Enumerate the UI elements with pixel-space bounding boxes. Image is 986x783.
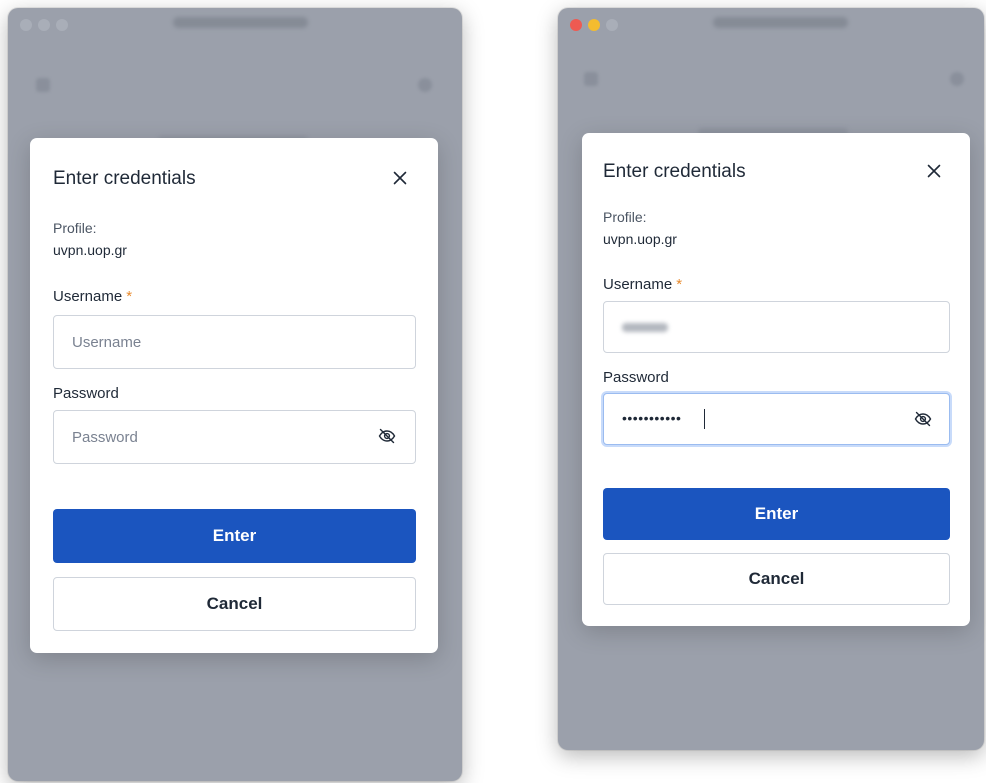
- profile-label: Profile:: [53, 220, 97, 236]
- menu-icon: [36, 78, 50, 92]
- toggle-password-visibility-button[interactable]: [913, 409, 933, 429]
- password-input[interactable]: •••••••••••: [603, 393, 950, 445]
- close-window-dot[interactable]: [570, 19, 582, 31]
- info-icon: [418, 78, 432, 92]
- username-label: Username *: [53, 288, 133, 305]
- minimize-window-dot[interactable]: [38, 19, 50, 31]
- cancel-button[interactable]: Cancel: [53, 577, 416, 631]
- password-masked-value: •••••••••••: [622, 410, 682, 426]
- close-icon: [393, 171, 407, 185]
- toggle-password-visibility-button[interactable]: [377, 426, 397, 446]
- traffic-lights: [570, 18, 624, 36]
- password-input[interactable]: [53, 410, 416, 464]
- required-asterisk: *: [676, 276, 683, 293]
- window-titlebar: [8, 8, 462, 36]
- cancel-button[interactable]: Cancel: [603, 553, 950, 605]
- password-label: Password: [603, 369, 669, 386]
- zoom-window-dot[interactable]: [56, 19, 68, 31]
- menu-icon: [584, 72, 598, 86]
- info-icon: [950, 72, 964, 86]
- enter-button[interactable]: Enter: [53, 509, 416, 563]
- username-input[interactable]: [603, 301, 950, 353]
- required-asterisk: *: [126, 288, 133, 305]
- zoom-window-dot[interactable]: [606, 19, 618, 31]
- profile-label: Profile:: [603, 209, 647, 225]
- close-button[interactable]: [390, 168, 410, 188]
- username-value-blurred: [622, 323, 668, 332]
- username-input[interactable]: [53, 315, 416, 369]
- minimize-window-dot[interactable]: [588, 19, 600, 31]
- close-button[interactable]: [924, 161, 944, 181]
- window-title-blurred: [173, 17, 308, 28]
- profile-value: uvpn.uop.gr: [603, 231, 677, 247]
- credentials-dialog-left: Enter credentials Profile: uvpn.uop.gr U…: [30, 138, 438, 653]
- window-titlebar: [558, 8, 984, 36]
- username-label: Username *: [603, 276, 683, 293]
- close-window-dot[interactable]: [20, 19, 32, 31]
- credentials-dialog-right: Enter credentials Profile: uvpn.uop.gr U…: [582, 133, 970, 626]
- eye-off-icon: [378, 428, 396, 444]
- eye-off-icon: [914, 411, 932, 427]
- dialog-title: Enter credentials: [53, 168, 196, 189]
- profile-value: uvpn.uop.gr: [53, 242, 127, 258]
- text-caret: [704, 409, 705, 429]
- enter-button[interactable]: Enter: [603, 488, 950, 540]
- dialog-title: Enter credentials: [603, 161, 746, 182]
- window-title-blurred: [713, 17, 848, 28]
- traffic-lights: [20, 18, 74, 36]
- close-icon: [927, 164, 941, 178]
- password-label: Password: [53, 385, 119, 402]
